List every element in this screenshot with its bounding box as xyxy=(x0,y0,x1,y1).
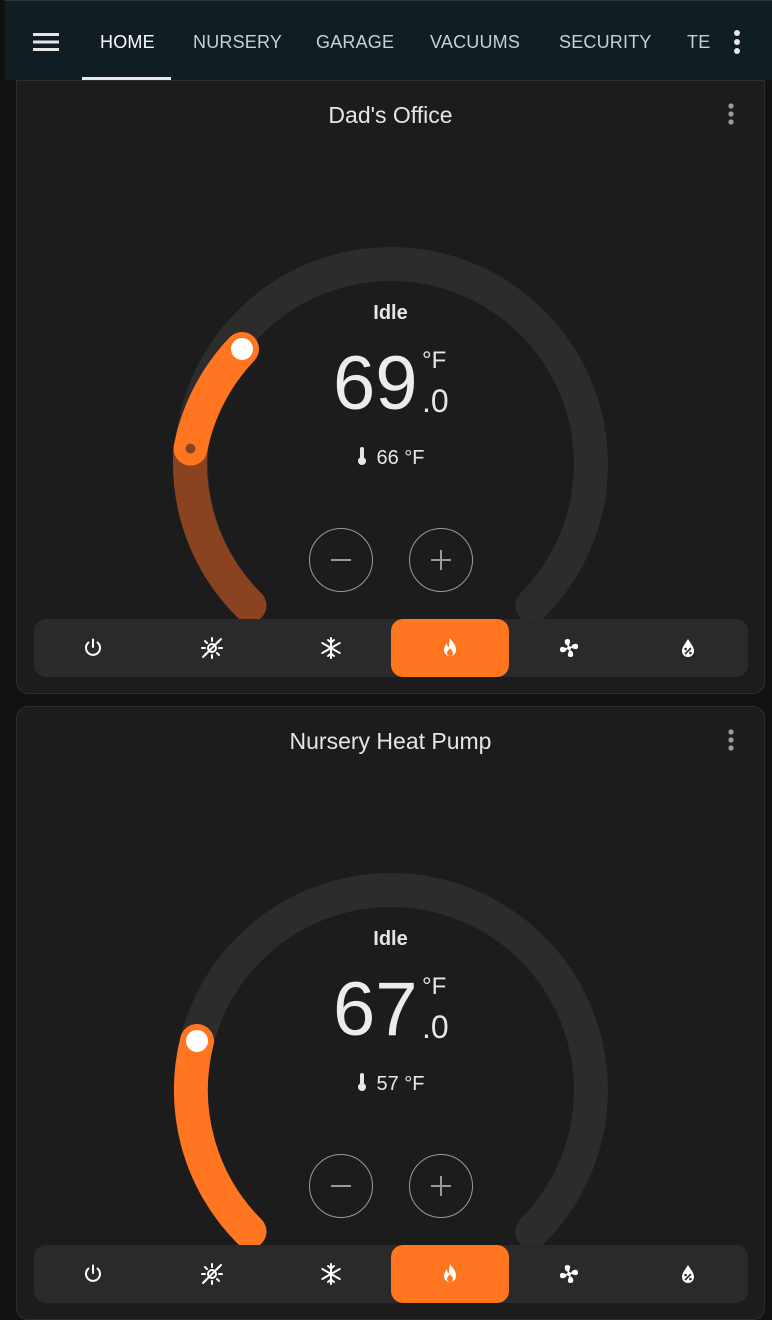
target-temperature-integer: 67 xyxy=(333,967,418,1052)
card-more-info-icon[interactable] xyxy=(719,726,741,756)
hvac-action-label: Idle xyxy=(373,302,408,324)
plus-icon xyxy=(431,550,451,570)
target-temperature-decimal: .0 xyxy=(422,383,449,419)
decrease-temperature-button[interactable] xyxy=(309,1154,373,1218)
tab-garage[interactable]: GARAGE xyxy=(316,1,394,81)
mode-heat-button[interactable] xyxy=(391,1245,509,1303)
thermostat-card-dads-office: Dad's Office Idle 69 °F .0 66 °F xyxy=(16,80,765,694)
mode-cool-button[interactable] xyxy=(272,1245,390,1303)
target-temperature-decimal: .0 xyxy=(422,1009,449,1045)
dashboard-tabs: HOME NURSERY GARAGE VACUUMS SECURITY TE xyxy=(83,1,713,81)
minus-icon xyxy=(331,559,351,561)
snowflake-icon xyxy=(321,637,341,659)
top-app-bar: HOME NURSERY GARAGE VACUUMS SECURITY TE xyxy=(5,0,772,80)
hvac-action-label: Idle xyxy=(373,928,408,950)
temperature-unit: °F xyxy=(422,347,447,374)
fan-icon xyxy=(559,1264,579,1284)
target-temperature-integer: 69 xyxy=(333,341,418,426)
mode-off-button[interactable] xyxy=(34,1245,152,1303)
fire-icon xyxy=(444,638,456,656)
card-title: Dad's Office xyxy=(328,102,453,128)
water-percent-icon xyxy=(682,639,694,657)
tab-home[interactable]: HOME xyxy=(100,1,155,81)
water-percent-icon xyxy=(682,1265,694,1283)
mode-heat-button[interactable] xyxy=(391,619,509,677)
decrease-temperature-button[interactable] xyxy=(309,528,373,592)
dots-vertical-icon[interactable] xyxy=(727,25,749,59)
minus-icon xyxy=(331,1185,351,1187)
mode-off-button[interactable] xyxy=(34,619,152,677)
fan-icon xyxy=(559,638,579,658)
mode-fan-only-button[interactable] xyxy=(510,619,628,677)
target-slider-handle xyxy=(184,1028,210,1054)
tab-truncated[interactable]: TE xyxy=(687,1,710,81)
target-slider-handle xyxy=(229,336,255,362)
increase-temperature-button[interactable] xyxy=(409,1154,473,1218)
thermometer-icon xyxy=(356,1072,368,1098)
mode-heat-cool-button[interactable] xyxy=(153,619,271,677)
current-temperature-value: 57 °F xyxy=(376,1073,425,1095)
current-temperature: 66 °F xyxy=(17,446,764,472)
hvac-mode-selector xyxy=(34,1245,748,1303)
plus-icon xyxy=(431,1176,451,1196)
temperature-unit: °F xyxy=(422,973,447,1000)
sun-snowflake-icon xyxy=(201,637,223,659)
increase-temperature-button[interactable] xyxy=(409,528,473,592)
snowflake-icon xyxy=(321,1263,341,1285)
target-temperature: 69 °F .0 xyxy=(333,339,473,429)
tab-nursery[interactable]: NURSERY xyxy=(193,1,282,81)
mode-cool-button[interactable] xyxy=(272,619,390,677)
hvac-mode-selector xyxy=(34,619,748,677)
hamburger-menu-icon[interactable] xyxy=(31,25,67,59)
fire-icon xyxy=(444,1264,456,1282)
mode-dry-button[interactable] xyxy=(629,1245,747,1303)
power-icon xyxy=(85,1264,101,1282)
current-temperature: 57 °F xyxy=(17,1072,764,1098)
target-temperature: 67 °F .0 xyxy=(333,965,473,1055)
tab-vacuums[interactable]: VACUUMS xyxy=(430,1,520,81)
card-more-info-icon[interactable] xyxy=(719,100,741,130)
thermometer-icon xyxy=(356,446,368,472)
sun-snowflake-icon xyxy=(201,1263,223,1285)
thermostat-card-nursery-heat-pump: Nursery Heat Pump Idle 67 °F .0 57 °F xyxy=(16,706,765,1320)
power-icon xyxy=(85,638,101,656)
tab-security[interactable]: SECURITY xyxy=(559,1,652,81)
mode-dry-button[interactable] xyxy=(629,619,747,677)
mode-heat-cool-button[interactable] xyxy=(153,1245,271,1303)
card-title: Nursery Heat Pump xyxy=(289,728,492,754)
mode-fan-only-button[interactable] xyxy=(510,1245,628,1303)
current-temperature-value: 66 °F xyxy=(376,447,425,469)
